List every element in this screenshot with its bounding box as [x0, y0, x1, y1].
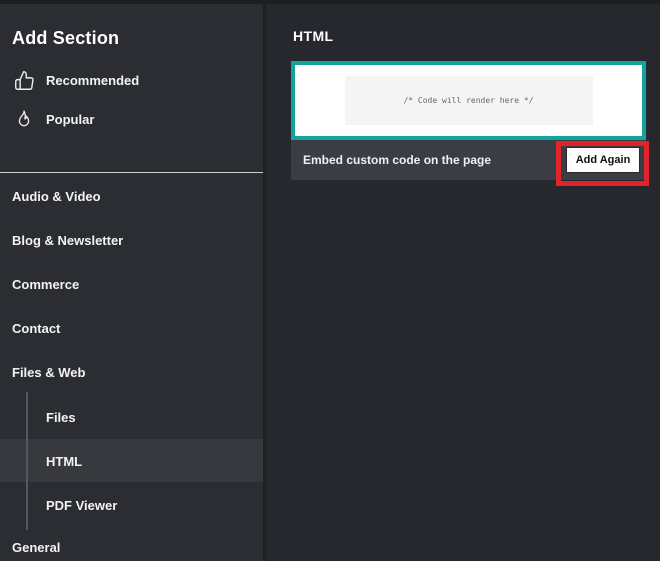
sidebar-item-audio-video[interactable]: Audio & Video: [0, 181, 263, 211]
sidebar-item-recommended[interactable]: Recommended: [0, 64, 263, 96]
sidebar-item-popular[interactable]: Popular: [0, 103, 263, 135]
section-title: HTML: [293, 28, 334, 44]
section-preview-panel: HTML /* Code will render here */ Embed c…: [266, 4, 660, 561]
sidebar-item-general[interactable]: General: [0, 532, 263, 561]
sidebar-item-label: Recommended: [46, 72, 140, 88]
category-label: Files & Web: [12, 364, 86, 380]
subitem-label: Files: [46, 409, 76, 425]
sidebar-item-commerce[interactable]: Commerce: [0, 269, 263, 299]
category-label: Blog & Newsletter: [12, 232, 124, 248]
sidebar-subitem-pdf-viewer[interactable]: PDF Viewer: [0, 490, 263, 520]
panel-title: Add Section: [12, 28, 120, 48]
category-label: General: [12, 539, 61, 555]
flame-icon: [13, 108, 35, 130]
section-description: Embed custom code on the page: [303, 153, 492, 167]
sidebar-subitem-files[interactable]: Files: [0, 402, 263, 432]
category-label: Audio & Video: [12, 188, 101, 204]
subitem-label: HTML: [46, 453, 83, 469]
code-placeholder-text: /* Code will render here */: [403, 96, 534, 105]
category-label: Contact: [12, 320, 61, 336]
sidebar-divider: [0, 172, 263, 173]
category-label: Commerce: [12, 276, 80, 292]
thumbs-up-icon: [13, 69, 35, 91]
sidebar-item-blog-newsletter[interactable]: Blog & Newsletter: [0, 225, 263, 255]
add-again-button[interactable]: Add Again: [566, 147, 640, 173]
sidebar-subitem-html[interactable]: HTML: [0, 446, 263, 476]
sidebar-item-contact[interactable]: Contact: [0, 313, 263, 343]
add-section-sidebar: Add Section Recommended Popular Audio & …: [0, 4, 263, 561]
sidebar-item-label: Popular: [46, 111, 95, 127]
sidebar-item-files-web[interactable]: Files & Web: [0, 357, 263, 387]
subitem-label: PDF Viewer: [46, 497, 118, 513]
html-section-preview[interactable]: /* Code will render here */: [291, 61, 646, 140]
code-placeholder-box: /* Code will render here */: [344, 76, 593, 125]
